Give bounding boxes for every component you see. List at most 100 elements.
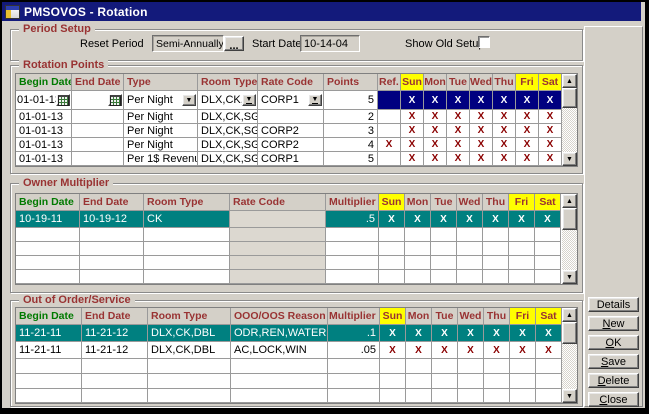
begin-date-cell[interactable]: 11-21-11 (16, 325, 82, 342)
begin-date-cell[interactable]: 11-21-11 (16, 342, 82, 359)
day-cell-fri[interactable]: X (516, 91, 539, 110)
multiplier-cell[interactable]: .05 (328, 342, 380, 359)
type-combobox[interactable]: Per Night ▼ (124, 91, 198, 110)
type-cell[interactable]: Per Night (124, 124, 198, 138)
day-cell-thu[interactable]: X (493, 138, 516, 152)
new-button[interactable]: New (588, 316, 639, 331)
scrollbar-thumb[interactable] (562, 208, 577, 230)
day-cell-tue[interactable]: X (432, 325, 458, 342)
end-date-cell[interactable]: 11-21-12 (82, 325, 148, 342)
points-cell[interactable]: 4 (324, 138, 378, 152)
room-type-cell[interactable]: DLX,CK,SGK,KO (198, 124, 258, 138)
day-cell-wed[interactable]: X (458, 325, 484, 342)
ok-button[interactable]: OK (588, 335, 639, 350)
type-cell[interactable]: Per 1$ Revenue (124, 152, 198, 166)
day-cell-sun[interactable]: X (401, 91, 424, 110)
type-cell[interactable]: Per Night (124, 110, 198, 124)
ref-cell[interactable] (378, 152, 401, 166)
ooo-scrollbar[interactable]: ▲ ▼ (562, 308, 577, 403)
save-button[interactable]: Save (588, 354, 639, 369)
day-cell-sun[interactable]: X (379, 211, 405, 228)
end-date-cell[interactable] (72, 138, 124, 152)
day-cell-fri[interactable]: X (516, 138, 539, 152)
type-cell[interactable]: Per Night (124, 138, 198, 152)
begin-date-cell[interactable]: 01-01-13 (16, 110, 72, 124)
room-type-cell[interactable]: DLX,CK,SGK,KO (198, 110, 258, 124)
day-cell-fri[interactable]: X (509, 211, 535, 228)
scrollbar-thumb[interactable] (562, 88, 577, 108)
day-cell-wed[interactable]: X (470, 138, 493, 152)
delete-button[interactable]: Delete (588, 373, 639, 388)
reason-cell[interactable]: ODR,REN,WATER (231, 325, 328, 342)
room-type-cell[interactable]: CK (144, 211, 230, 228)
day-cell-sat[interactable]: X (536, 342, 562, 359)
day-cell-sun[interactable]: X (401, 110, 424, 124)
multiplier-cell[interactable]: .1 (328, 325, 380, 342)
end-date-cell[interactable] (72, 110, 124, 124)
day-cell-tue[interactable]: X (447, 91, 470, 110)
day-cell-thu[interactable]: X (493, 124, 516, 138)
day-cell-mon[interactable]: X (406, 325, 432, 342)
day-cell-mon[interactable]: X (424, 91, 447, 110)
day-cell-sat[interactable]: X (539, 91, 562, 110)
day-cell-thu[interactable]: X (493, 152, 516, 166)
owner-scrollbar[interactable]: ▲ ▼ (562, 194, 577, 284)
begin-date-cell[interactable]: 01-01-13 (16, 124, 72, 138)
details-button[interactable]: Details (588, 297, 639, 312)
scroll-down-icon[interactable]: ▼ (562, 389, 577, 403)
points-cell[interactable]: 5 (324, 91, 378, 110)
day-cell-tue[interactable]: X (447, 110, 470, 124)
ref-cell[interactable] (378, 91, 401, 110)
day-cell-mon[interactable]: X (424, 110, 447, 124)
scroll-up-icon[interactable]: ▲ (562, 308, 577, 322)
day-cell-sat[interactable]: X (535, 211, 561, 228)
begin-date-cell[interactable]: 10-19-11 (16, 211, 80, 228)
room-type-cell[interactable]: DLX,CK,DBL (148, 342, 231, 359)
day-cell-sun[interactable]: X (380, 342, 406, 359)
end-date-cell[interactable]: 11-21-12 (82, 342, 148, 359)
day-cell-sat[interactable]: X (539, 152, 562, 166)
day-cell-wed[interactable]: X (470, 152, 493, 166)
begin-date-cell[interactable]: 01-01-13 (16, 91, 72, 110)
rotation-scrollbar[interactable]: ▲ ▼ (562, 74, 577, 166)
day-cell-wed[interactable]: X (457, 211, 483, 228)
day-cell-fri[interactable]: X (516, 152, 539, 166)
day-cell-sun[interactable]: X (401, 138, 424, 152)
reset-period-field[interactable]: Semi-Annually (152, 35, 224, 52)
rate-code-cell[interactable] (258, 110, 324, 124)
day-cell-thu[interactable]: X (493, 91, 516, 110)
reset-period-ellipsis-button[interactable]: ... (224, 36, 244, 51)
day-cell-thu[interactable]: X (484, 325, 510, 342)
calendar-button[interactable] (56, 94, 70, 106)
end-date-cell[interactable] (72, 152, 124, 166)
rate-code-cell[interactable]: CORP1 (258, 152, 324, 166)
day-cell-mon[interactable]: X (424, 138, 447, 152)
day-cell-sun[interactable]: X (401, 124, 424, 138)
lov-button[interactable]: ▼ (242, 94, 256, 106)
rate-code-cell[interactable] (230, 211, 326, 228)
day-cell-sat[interactable]: X (539, 138, 562, 152)
day-cell-sat[interactable]: X (539, 124, 562, 138)
day-cell-tue[interactable]: X (447, 152, 470, 166)
day-cell-tue[interactable]: X (431, 211, 457, 228)
close-button[interactable]: Close (588, 392, 639, 407)
scroll-down-icon[interactable]: ▼ (562, 152, 577, 166)
multiplier-cell[interactable]: .5 (326, 211, 379, 228)
scroll-up-icon[interactable]: ▲ (562, 194, 577, 208)
day-cell-sun[interactable]: X (380, 325, 406, 342)
day-cell-tue[interactable]: X (447, 124, 470, 138)
points-cell[interactable]: 3 (324, 124, 378, 138)
points-cell[interactable]: 2 (324, 110, 378, 124)
day-cell-mon[interactable]: X (405, 211, 431, 228)
day-cell-mon[interactable]: X (406, 342, 432, 359)
day-cell-thu[interactable]: X (483, 211, 509, 228)
ref-cell[interactable] (378, 110, 401, 124)
day-cell-fri[interactable]: X (510, 325, 536, 342)
scroll-down-icon[interactable]: ▼ (562, 270, 577, 284)
rate-code-cell[interactable]: CORP2 (258, 138, 324, 152)
end-date-cell[interactable]: 10-19-12 (80, 211, 144, 228)
rate-code-cell[interactable]: CORP1 ▼ (258, 91, 324, 110)
day-cell-fri[interactable]: X (516, 110, 539, 124)
chevron-down-icon[interactable]: ▼ (182, 94, 196, 106)
day-cell-tue[interactable]: X (447, 138, 470, 152)
